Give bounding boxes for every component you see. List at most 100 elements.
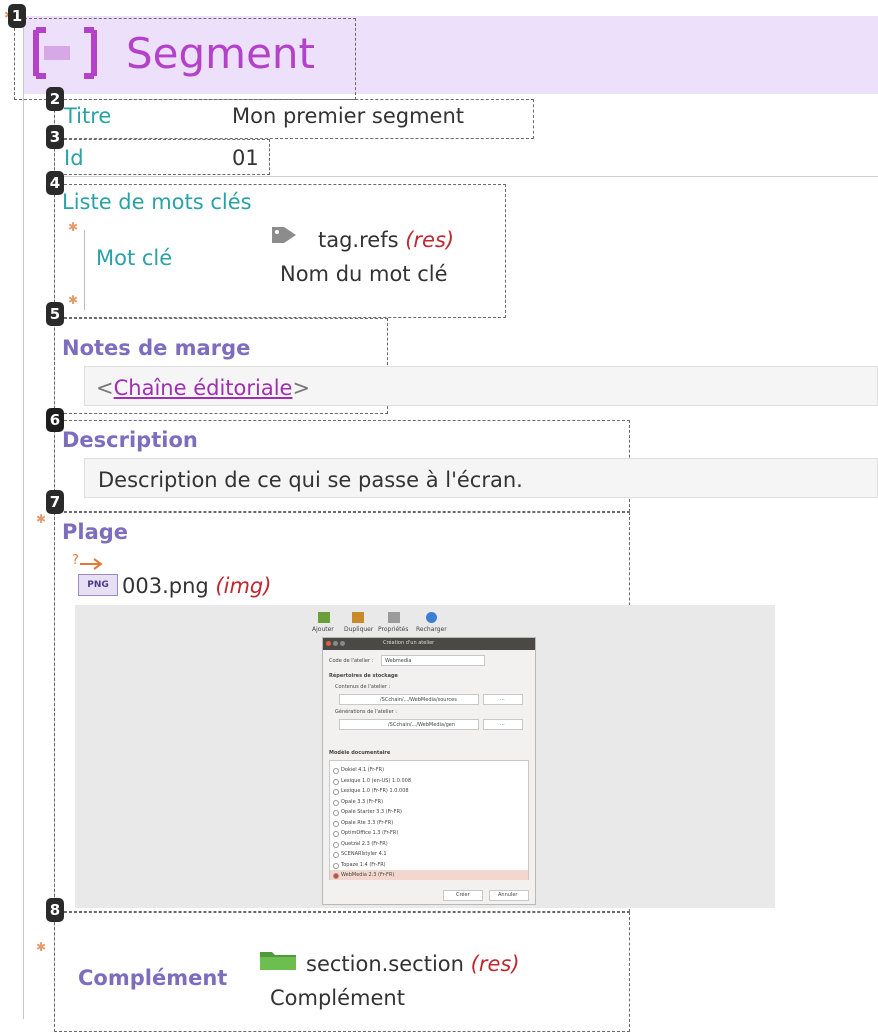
link-arrow-icon[interactable]: ?	[70, 552, 108, 570]
content-path: /SCchain/.../WebMedia/sources	[380, 697, 457, 703]
complement-ref[interactable]: section.section (res)	[306, 952, 520, 976]
code-label: Code de l'atelier :	[329, 658, 374, 664]
complement-ref-kind: (res)	[470, 952, 520, 976]
complement-ref-title: Complément	[270, 986, 405, 1010]
radio-icon[interactable]	[333, 799, 339, 806]
radio-icon[interactable]	[333, 831, 339, 837]
browse-button[interactable]: ...	[483, 694, 523, 705]
model-item-label: Lexique 1.0 (en-US) 1.0.008	[341, 777, 412, 784]
browse-label: ...	[500, 696, 505, 702]
outline-box-1	[14, 18, 356, 100]
content-path-input[interactable]: /SCchain/.../WebMedia/sources	[339, 694, 479, 705]
repos-header: Répertoires de stockage	[329, 673, 398, 679]
model-item[interactable]: WebMedia 2.3 (Fr-FR)	[330, 870, 528, 880]
model-item-label: Opale Rte 3.3 (Fr-FR)	[341, 819, 394, 826]
tree-line	[84, 230, 85, 310]
code-value: Webmedia	[385, 658, 412, 664]
id-label: Id	[64, 146, 84, 170]
model-item[interactable]: Lexique 1.0 (en-US) 1.0.008	[330, 776, 528, 786]
model-item-label: Topaze 1.4 (Fr-FR)	[341, 861, 386, 868]
gen-path-input[interactable]: /SCchain/.../WebMedia/gen	[339, 719, 479, 730]
maximize-icon	[340, 641, 345, 646]
dialog-title: Création d'un atelier	[383, 640, 435, 646]
marker-3: 3	[46, 125, 64, 149]
model-item[interactable]: Opale Starter 3.3 (Fr-FR)	[330, 807, 528, 817]
svg-text:?: ?	[72, 553, 79, 568]
model-item-label: Lexique 1.0 (Fr-FR) 1.0.008	[341, 788, 409, 794]
model-item[interactable]: Lexique 1.0 (Fr-FR) 1.0.008	[330, 786, 528, 796]
complement-ref-name: section.section	[306, 952, 464, 976]
plage-label: Plage	[62, 520, 129, 544]
marker-1: 1	[8, 4, 26, 28]
model-item[interactable]: Topaze 1.4 (Fr-FR)	[330, 860, 528, 870]
plage-file-kind: (img)	[215, 574, 272, 598]
code-input[interactable]: Webmedia	[381, 655, 485, 666]
browse-label: ...	[500, 721, 505, 727]
marker-5: 5	[46, 302, 64, 326]
add-icon	[318, 612, 330, 623]
keywords-label: Liste de mots clés	[62, 190, 252, 214]
dialog-titlebar: Création d'un atelier	[323, 638, 535, 650]
model-item[interactable]: Dokiel 4.1 (Fr-FR)	[330, 765, 528, 775]
toolbar-properties-label: Propriétés	[378, 626, 409, 633]
model-item[interactable]: Opale 3.3 (Fr-FR)	[330, 797, 528, 807]
model-item-label: SCENARIstyler 4.1	[341, 851, 387, 857]
cancel-button[interactable]: Annuler	[489, 890, 529, 901]
model-item[interactable]: Quetzal 2.3 (Fr-FR)	[330, 839, 528, 849]
notes-content: <Chaîne éditoriale>	[96, 376, 310, 400]
asterisk-icon: ✱	[36, 940, 47, 954]
radio-icon[interactable]	[333, 820, 339, 827]
titre-value[interactable]: Mon premier segment	[232, 104, 464, 128]
complement-label: Complément	[78, 966, 228, 990]
model-item[interactable]: SCENARIstyler 4.1	[330, 849, 528, 859]
radio-icon[interactable]	[333, 778, 339, 785]
toolbar-duplicate-label: Dupliquer	[344, 626, 374, 633]
browse-button-2[interactable]: ...	[483, 719, 523, 730]
marker-8: 8	[46, 898, 64, 922]
radio-icon[interactable]	[333, 789, 339, 795]
keyword-ref-kind: (res)	[405, 228, 455, 252]
gen-label: Générations de l'atelier :	[335, 709, 397, 715]
model-item-label: Opale 3.3 (Fr-FR)	[341, 798, 384, 805]
radio-icon[interactable]	[333, 852, 339, 858]
plage-file-name: 003.png	[122, 574, 209, 598]
titre-label: Titre	[64, 104, 112, 128]
toolbar-add-label: Ajouter	[312, 626, 334, 633]
radio-icon[interactable]	[333, 873, 339, 879]
folder-icon	[260, 952, 296, 970]
dialog-window: Création d'un atelier Code de l'atelier …	[322, 637, 536, 905]
close-icon	[326, 641, 331, 646]
model-item[interactable]: OptimOffice 1.3 (Fr-FR)	[330, 828, 528, 838]
model-header: Modèle documentaire	[329, 750, 391, 756]
plage-file[interactable]: 003.png (img)	[122, 574, 271, 598]
model-item-label: Opale Starter 3.3 (Fr-FR)	[341, 809, 403, 815]
model-item-label: WebMedia 2.3 (Fr-FR)	[341, 872, 395, 878]
keyword-ref[interactable]: tag.refs (res)	[318, 228, 454, 252]
model-item-label: Dokiel 4.1 (Fr-FR)	[341, 767, 385, 773]
notes-label: Notes de marge	[62, 336, 251, 360]
marker-2: 2	[46, 87, 64, 111]
tree-line	[23, 16, 24, 1019]
model-list[interactable]: Dokiel 4.1 (Fr-FR) Lexique 1.0 (en-US) 1.…	[329, 760, 529, 880]
duplicate-icon	[352, 612, 364, 623]
minimize-icon	[333, 641, 338, 646]
model-item[interactable]: Opale Rte 3.3 (Fr-FR)	[330, 818, 528, 828]
radio-icon[interactable]	[333, 841, 339, 848]
id-value[interactable]: 01	[232, 146, 259, 170]
tag-icon	[272, 227, 296, 243]
radio-icon[interactable]	[333, 768, 339, 774]
notes-link[interactable]: Chaîne éditoriale	[114, 376, 293, 400]
radio-icon[interactable]	[333, 810, 339, 816]
model-item-label: OptimOffice 1.3 (Fr-FR)	[341, 830, 399, 836]
keyword-ref-name: tag.refs	[318, 228, 399, 252]
notes-open: <	[96, 376, 114, 400]
description-value: Description de ce qui se passe à l'écran…	[98, 468, 523, 492]
keyword-ref-title: Nom du mot clé	[280, 262, 448, 286]
separator	[60, 176, 878, 177]
toolbar-reload-label: Recharger	[416, 626, 447, 633]
reload-icon	[426, 612, 437, 623]
content-label: Contenus de l'atelier :	[335, 684, 391, 690]
radio-icon[interactable]	[333, 862, 339, 869]
png-file-icon: PNG	[78, 574, 118, 596]
create-button[interactable]: Créer	[443, 890, 483, 901]
